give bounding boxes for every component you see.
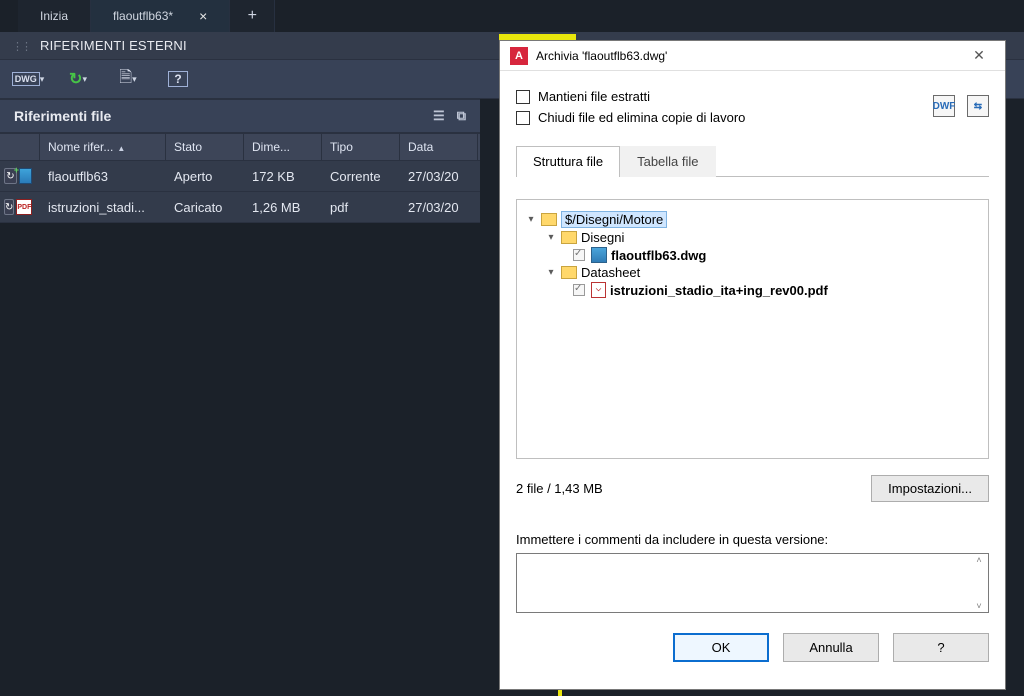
checkbox-checked-icon[interactable] bbox=[573, 284, 585, 296]
tab-table[interactable]: Tabella file bbox=[620, 146, 715, 177]
caret-down-icon[interactable]: ▾ bbox=[545, 267, 557, 278]
tab-file[interactable]: flaoutflb63* × bbox=[91, 0, 230, 32]
dwg-file-icon bbox=[19, 168, 32, 184]
file-summary: 2 file / 1,43 MB bbox=[516, 481, 603, 496]
reload-icon bbox=[4, 168, 17, 184]
cell-type: pdf bbox=[322, 196, 400, 219]
tab-start-label: Inizia bbox=[40, 9, 68, 23]
help-icon: ? bbox=[168, 71, 187, 87]
col-name[interactable]: Nome rifer...▲ bbox=[40, 134, 166, 160]
scroll-up-icon[interactable]: ˄ bbox=[976, 555, 981, 565]
sort-asc-icon: ▲ bbox=[117, 144, 125, 153]
cell-size: 1,26 MB bbox=[244, 196, 322, 219]
tree-folder[interactable]: Disegni bbox=[581, 230, 624, 245]
dwg-file-icon bbox=[591, 247, 607, 263]
help-button[interactable]: ? bbox=[893, 633, 989, 662]
dialog-title: Archivia 'flaoutflb63.dwg' bbox=[536, 49, 955, 63]
panel-ext-refs-label: RIFERIMENTI ESTERNI bbox=[40, 38, 187, 53]
grip-icon[interactable] bbox=[12, 38, 34, 53]
pdf-file-icon: PDF bbox=[16, 199, 32, 215]
folder-icon bbox=[541, 213, 557, 226]
tree-root[interactable]: $/Disegni/Motore bbox=[561, 211, 667, 228]
col-state[interactable]: Stato bbox=[166, 134, 244, 160]
col-type[interactable]: Tipo bbox=[322, 134, 400, 160]
col-icon[interactable] bbox=[0, 134, 40, 160]
close-delete-label: Chiudi file ed elimina copie di lavoro bbox=[538, 110, 745, 125]
cell-name: flaoutflb63 bbox=[40, 165, 166, 188]
close-button[interactable]: ✕ bbox=[963, 47, 995, 64]
highlight-bar bbox=[558, 690, 562, 696]
cell-state: Aperto bbox=[166, 165, 244, 188]
tree-view-icon[interactable]: ⧉ bbox=[457, 108, 466, 124]
dwf-icon[interactable]: DWF bbox=[933, 95, 955, 117]
cell-date: 27/03/20 bbox=[400, 165, 478, 188]
tree-file[interactable]: istruzioni_stadio_ita+ing_rev00.pdf bbox=[610, 283, 828, 298]
scroll-down-icon[interactable]: ˅ bbox=[976, 601, 981, 611]
refresh-button[interactable]: ↻ bbox=[64, 65, 92, 93]
table-row[interactable]: PDF istruzioni_stadi... Caricato 1,26 MB… bbox=[0, 192, 480, 223]
xref-table: Nome rifer...▲ Stato Dime... Tipo Data f… bbox=[0, 133, 480, 223]
file-button[interactable]: 🗎 bbox=[114, 65, 142, 93]
archive-dialog: A Archivia 'flaoutflb63.dwg' ✕ DWF ⇆ Man… bbox=[499, 40, 1006, 690]
checkbox-icon bbox=[516, 90, 530, 104]
help-button[interactable]: ? bbox=[164, 65, 192, 93]
app-icon: A bbox=[510, 47, 528, 65]
settings-button[interactable]: Impostazioni... bbox=[871, 475, 989, 502]
checkbox-checked-icon[interactable] bbox=[573, 249, 585, 261]
attach-dwg-button[interactable]: DWG bbox=[14, 65, 42, 93]
table-row[interactable]: flaoutflb63 Aperto 172 KB Corrente 27/03… bbox=[0, 161, 480, 192]
tab-structure[interactable]: Struttura file bbox=[516, 146, 620, 177]
dwg-icon: DWG bbox=[12, 72, 40, 86]
file-refs-header: Riferimenti file ☰ ⧉ bbox=[0, 99, 480, 133]
comments-label: Immettere i commenti da includere in que… bbox=[516, 532, 989, 547]
folder-icon bbox=[561, 231, 577, 244]
list-view-icon[interactable]: ☰ bbox=[433, 108, 445, 124]
tab-start[interactable]: Inizia bbox=[18, 0, 91, 32]
cell-date: 27/03/20 bbox=[400, 196, 478, 219]
col-size[interactable]: Dime... bbox=[244, 134, 322, 160]
comments-textarea[interactable]: ˄˅ bbox=[516, 553, 989, 613]
refresh-icon: ↻ bbox=[69, 69, 82, 89]
ok-button[interactable]: OK bbox=[673, 633, 769, 662]
dialog-titlebar[interactable]: A Archivia 'flaoutflb63.dwg' ✕ bbox=[500, 41, 1005, 71]
file-refs-title: Riferimenti file bbox=[14, 108, 111, 124]
cell-size: 172 KB bbox=[244, 165, 322, 188]
folder-icon bbox=[561, 266, 577, 279]
cancel-button[interactable]: Annulla bbox=[783, 633, 879, 662]
tab-file-label: flaoutflb63* bbox=[113, 9, 173, 23]
cell-name: istruzioni_stadi... bbox=[40, 196, 166, 219]
tree-folder[interactable]: Datasheet bbox=[581, 265, 640, 280]
tree-file[interactable]: flaoutflb63.dwg bbox=[611, 248, 706, 263]
file-icon: 🗎 bbox=[119, 66, 132, 93]
keep-extracted-checkbox[interactable]: Mantieni file estratti bbox=[516, 89, 989, 104]
sync-icon[interactable]: ⇆ bbox=[967, 95, 989, 117]
cell-type: Corrente bbox=[322, 165, 400, 188]
cell-state: Caricato bbox=[166, 196, 244, 219]
dialog-tabs: Struttura file Tabella file bbox=[516, 145, 989, 177]
keep-extracted-label: Mantieni file estratti bbox=[538, 89, 650, 104]
file-tree[interactable]: ▾ $/Disegni/Motore ▾ Disegni flaoutflb63… bbox=[516, 199, 989, 459]
close-delete-checkbox[interactable]: Chiudi file ed elimina copie di lavoro bbox=[516, 110, 989, 125]
pdf-file-icon: ⌵ bbox=[591, 282, 606, 298]
close-icon[interactable]: × bbox=[199, 8, 207, 24]
checkbox-icon bbox=[516, 111, 530, 125]
caret-down-icon[interactable]: ▾ bbox=[545, 232, 557, 243]
caret-down-icon[interactable]: ▾ bbox=[525, 214, 537, 225]
col-date[interactable]: Data bbox=[400, 134, 478, 160]
reload-icon bbox=[4, 199, 14, 215]
plus-icon: + bbox=[248, 7, 257, 25]
file-tabs: Inizia flaoutflb63* × + bbox=[0, 0, 1024, 32]
new-tab-button[interactable]: + bbox=[230, 0, 275, 32]
